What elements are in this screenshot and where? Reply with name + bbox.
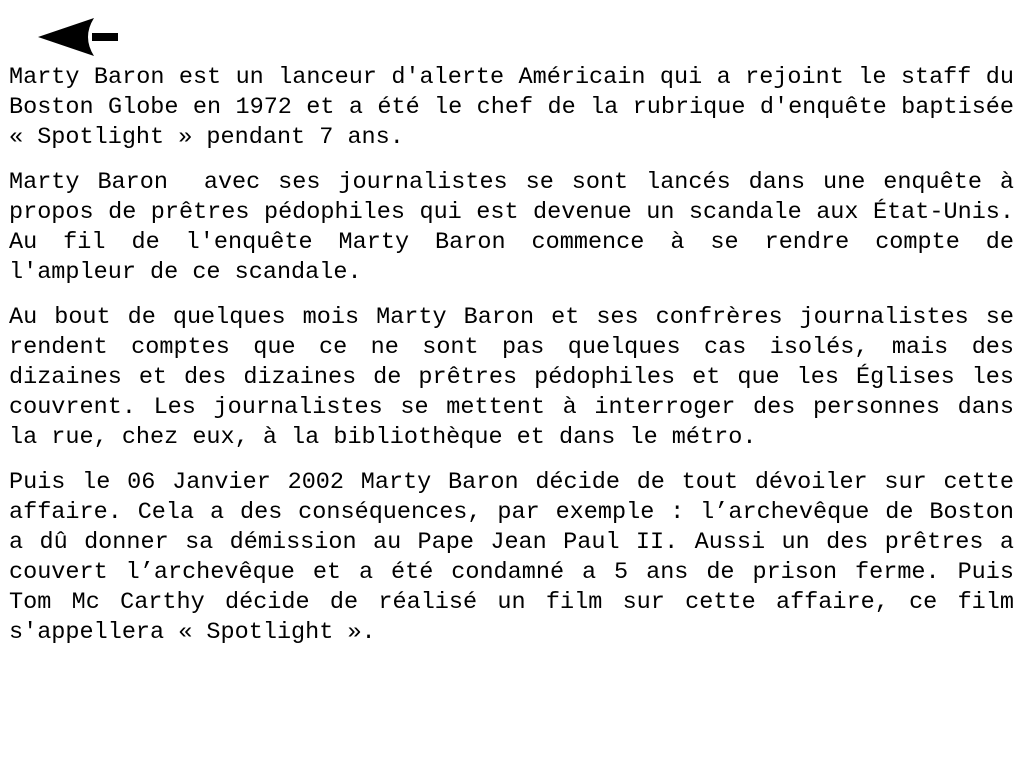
document-body: Marty Baron est un lanceur d'alerte Amér… — [9, 63, 1014, 663]
document-page: Marty Baron est un lanceur d'alerte Amér… — [0, 0, 1024, 768]
back-arrow-icon[interactable] — [34, 12, 124, 62]
paragraph-2: Marty Baron avec ses journalistes se son… — [9, 169, 1014, 286]
paragraph-1: Marty Baron est un lanceur d'alerte Amér… — [9, 64, 1014, 151]
paragraph-3: Au bout de quelques mois Marty Baron et … — [9, 304, 1014, 451]
paragraph-4: Puis le 06 Janvier 2002 Marty Baron déci… — [9, 469, 1014, 646]
